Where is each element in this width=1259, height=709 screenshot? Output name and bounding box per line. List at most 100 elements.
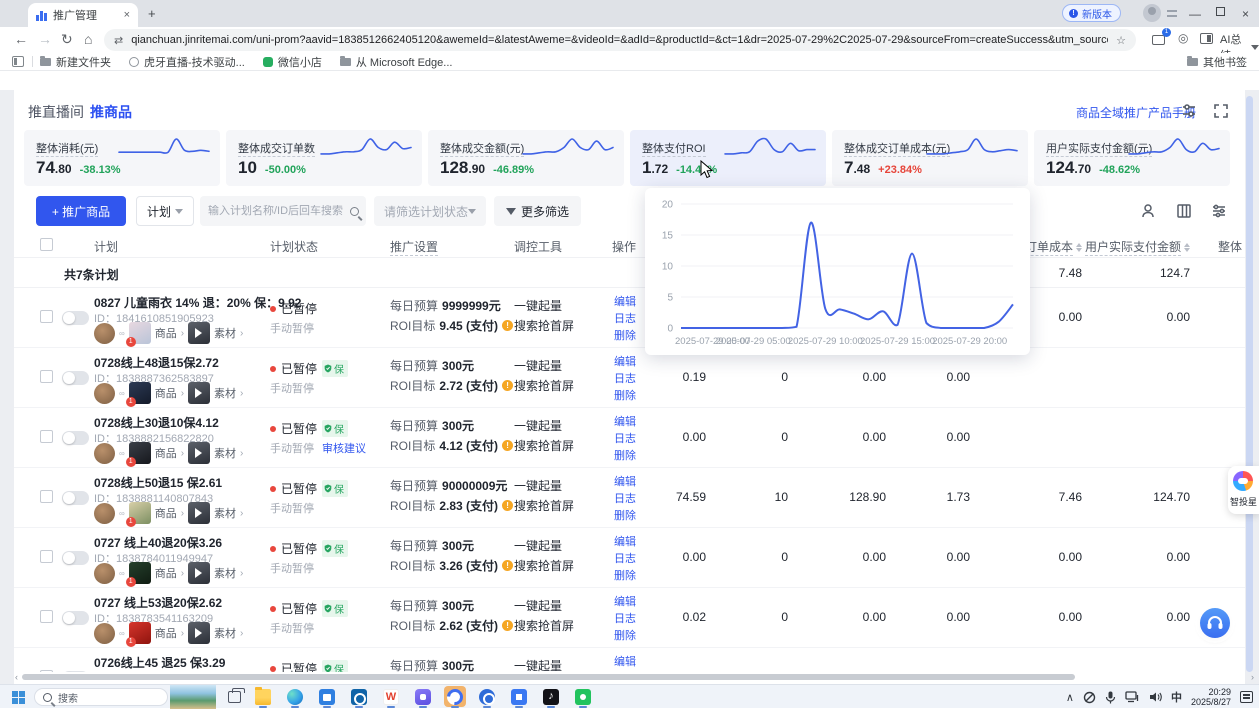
taskbar-app-qianchuan-browser[interactable] (444, 686, 466, 707)
search-icon[interactable] (350, 207, 359, 216)
new-version-badge[interactable]: !新版本 (1062, 4, 1121, 22)
product-link[interactable]: 商品 (155, 625, 177, 641)
side-panel-icon[interactable] (1200, 33, 1213, 44)
tray-expand-icon[interactable]: ∧ (1066, 691, 1074, 704)
review-suggestion-link[interactable]: 审核建议 (322, 440, 366, 456)
action-link[interactable]: 删除 (614, 567, 636, 583)
tool-link[interactable]: 一键起量 (514, 297, 562, 314)
warning-icon[interactable]: ! (502, 320, 513, 331)
search-input[interactable] (208, 205, 350, 217)
action-link[interactable]: 删除 (614, 327, 636, 343)
warning-icon[interactable]: ! (502, 380, 513, 391)
material-thumbnail[interactable] (188, 502, 210, 524)
tool-link[interactable]: 搜索抢首屏 (514, 437, 574, 454)
plan-name[interactable]: 0728线上30退10保4.12 (94, 414, 219, 431)
tool-link[interactable]: 一键起量 (514, 657, 562, 672)
action-link[interactable]: 删除 (614, 387, 636, 403)
row-checkbox[interactable] (40, 430, 53, 443)
tool-link[interactable]: 搜索抢首屏 (514, 557, 574, 574)
taskbar-clock[interactable]: 20:292025/8/27 (1191, 687, 1231, 707)
material-link[interactable]: 素材 (214, 325, 236, 341)
tool-link[interactable]: 一键起量 (514, 537, 562, 554)
bookmark-star-icon[interactable]: ☆ (1116, 34, 1126, 47)
horizontal-scrollbar-thumb[interactable] (22, 674, 1075, 680)
product-thumbnail[interactable]: 1 (129, 562, 151, 584)
material-thumbnail[interactable] (188, 622, 210, 644)
product-link[interactable]: 商品 (155, 505, 177, 521)
profile-menu-icon[interactable] (1167, 10, 1177, 17)
scroll-right-arrow[interactable]: › (1251, 672, 1254, 682)
row-checkbox[interactable] (40, 550, 53, 563)
action-link[interactable]: 日志 (614, 310, 636, 326)
col-user-paid[interactable]: 用户实际支付金额 (1062, 238, 1190, 256)
tool-link[interactable]: 搜索抢首屏 (514, 317, 574, 334)
product-link[interactable]: 商品 (155, 445, 177, 461)
col-plan[interactable]: 计划 (94, 238, 118, 255)
tool-link[interactable]: 一键起量 (514, 357, 562, 374)
plan-name[interactable]: 0728线上50退15 保2.61 (94, 474, 222, 491)
promote-product-button[interactable]: + 推广商品 (36, 196, 126, 226)
reload-icon[interactable]: ↻ (61, 31, 73, 48)
back-icon[interactable]: ← (14, 31, 28, 47)
volume-icon[interactable] (1149, 691, 1162, 703)
taskbar-app-blue-app[interactable] (508, 686, 530, 707)
material-link[interactable]: 素材 (214, 565, 236, 581)
row-checkbox[interactable] (40, 670, 53, 672)
material-thumbnail[interactable] (188, 442, 210, 464)
action-link[interactable]: 删除 (614, 507, 636, 523)
action-link[interactable]: 编辑 (614, 533, 636, 549)
microphone-icon[interactable] (1105, 691, 1116, 704)
warning-icon[interactable]: ! (502, 500, 513, 511)
action-link[interactable]: 删除 (614, 627, 636, 643)
material-thumbnail[interactable] (188, 322, 210, 344)
window-close-button[interactable]: × (1242, 7, 1249, 21)
col-status[interactable]: 计划状态 (270, 238, 318, 255)
stat-card[interactable]: 整体成交订单数10-50.00% (226, 130, 422, 186)
taskbar-app-outlook[interactable] (348, 686, 370, 707)
start-button-icon[interactable] (12, 691, 25, 704)
row-enable-toggle[interactable] (62, 371, 89, 385)
row-checkbox[interactable] (40, 490, 53, 503)
bookmark-item[interactable]: 微信小店 (263, 54, 322, 70)
product-link[interactable]: 商品 (155, 565, 177, 581)
new-tab-button[interactable]: + (148, 6, 156, 21)
bookmarks-panel-icon[interactable] (12, 56, 24, 67)
product-thumbnail[interactable]: 1 (129, 622, 151, 644)
material-link[interactable]: 素材 (214, 385, 236, 401)
search-box[interactable] (200, 196, 366, 226)
plan-name[interactable]: 0726线上45 退25 保3.29 (94, 654, 225, 671)
notification-center-icon[interactable] (1240, 691, 1253, 703)
url-text[interactable]: qianchuan.jinritemai.com/uni-prom?aavid=… (131, 34, 1108, 46)
action-link[interactable]: 编辑 (614, 353, 636, 369)
product-link[interactable]: 商品 (155, 325, 177, 341)
taskbar-app-wechat-store[interactable] (572, 686, 594, 707)
material-thumbnail[interactable] (188, 382, 210, 404)
product-thumbnail[interactable]: 1 (129, 442, 151, 464)
action-link[interactable]: 编辑 (614, 293, 636, 309)
warning-icon[interactable]: ! (502, 440, 513, 451)
plan-status-select[interactable]: 请筛选计划状态 (374, 196, 486, 226)
do-not-disturb-icon[interactable] (1083, 691, 1096, 704)
col-settings[interactable]: 推广设置 (390, 238, 438, 256)
col-actions[interactable]: 操作 (612, 238, 636, 255)
action-link[interactable]: 编辑 (614, 473, 636, 489)
scroll-left-arrow[interactable]: ‹ (15, 672, 18, 682)
taskbar-app-edge[interactable] (284, 686, 306, 707)
stat-card[interactable]: 整体成交金额(元)128.90-46.89% (428, 130, 624, 186)
task-view-icon[interactable] (228, 691, 241, 703)
warning-icon[interactable]: ! (502, 620, 513, 631)
action-link[interactable]: 删除 (614, 447, 636, 463)
taskbar-app-file-explorer[interactable] (252, 686, 274, 707)
taskbar-search[interactable]: 搜索 (34, 688, 168, 706)
widgets-thumbnail[interactable] (170, 685, 216, 709)
settings-icon[interactable] (1180, 102, 1198, 120)
browser-tab[interactable]: 推广管理 × (28, 3, 138, 27)
site-info-icon[interactable]: ⇄ (114, 34, 123, 47)
ime-indicator[interactable]: 中 (1171, 689, 1182, 705)
row-checkbox[interactable] (40, 610, 53, 623)
assistant-widget[interactable]: 智投星 (1228, 466, 1259, 514)
row-checkbox[interactable] (40, 310, 53, 323)
stat-card[interactable]: 用户实际支付金额(元)124.70-48.62% (1034, 130, 1230, 186)
taskbar-app-microsoft-store[interactable] (316, 686, 338, 707)
tool-link[interactable]: 搜索抢首屏 (514, 377, 574, 394)
